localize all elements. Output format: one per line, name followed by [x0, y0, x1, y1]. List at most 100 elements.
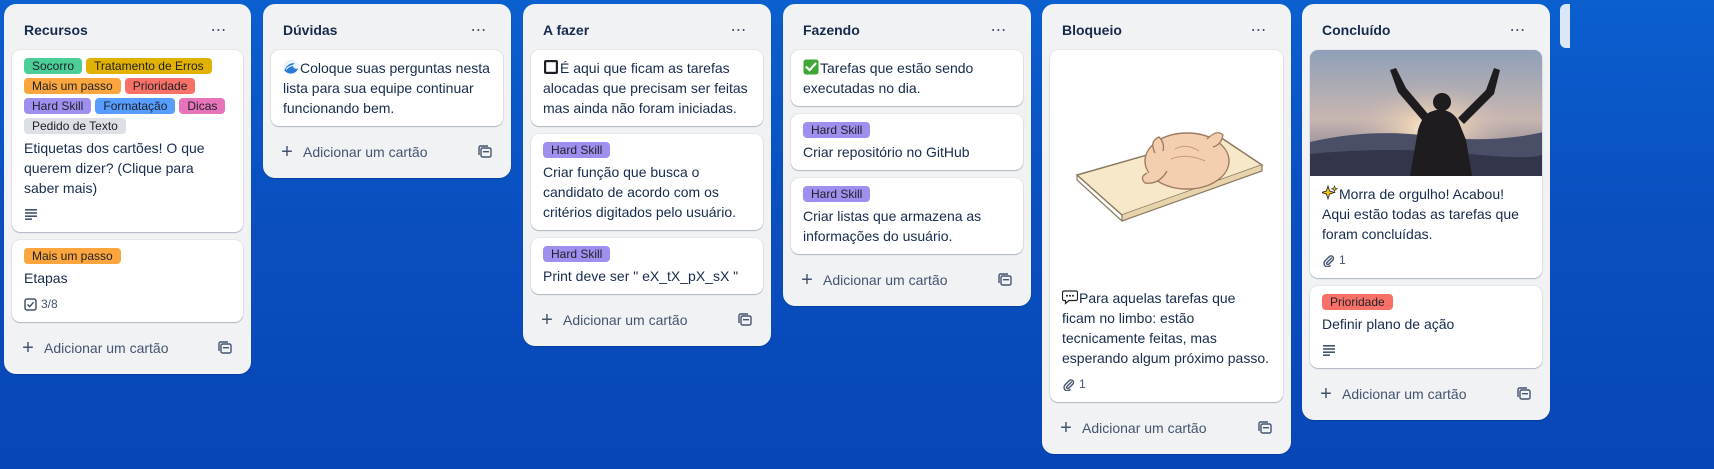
- label-pedido-de-texto: Pedido de Texto: [24, 118, 126, 134]
- speech-bubble-emoji: [1062, 290, 1078, 305]
- card-template-icon[interactable]: [735, 310, 755, 330]
- card-template-icon[interactable]: [1255, 418, 1275, 438]
- add-card-button[interactable]: + Adicionar um cartão: [539, 309, 688, 331]
- add-card-button[interactable]: + Adicionar um cartão: [1318, 383, 1467, 405]
- label-hard-skill: Hard Skill: [803, 186, 871, 202]
- card-title: Coloque suas perguntas nesta lista para …: [283, 58, 491, 118]
- add-card-label: Adicionar um cartão: [1082, 420, 1207, 436]
- card-labels: Hard Skill: [803, 186, 1011, 202]
- add-card-label: Adicionar um cartão: [563, 312, 688, 328]
- card-title: Print deve ser " eX_tX_pX_sX ": [543, 268, 739, 284]
- label-hard-skill: Hard Skill: [543, 142, 611, 158]
- plus-icon: +: [1320, 383, 1332, 405]
- card-criar-funcao[interactable]: Hard Skill Criar função que busca o cand…: [531, 134, 763, 230]
- list-header: Dúvidas ⋯: [271, 4, 503, 50]
- plus-icon: +: [281, 141, 293, 163]
- checklist-icon: [24, 297, 37, 311]
- sparkles-emoji: [1322, 185, 1338, 201]
- card-labels: Prioridade: [1322, 294, 1530, 310]
- add-card-button[interactable]: + Adicionar um cartão: [279, 141, 428, 163]
- list-duvidas: Dúvidas ⋯ Coloque suas perguntas nesta l…: [263, 4, 511, 178]
- card-text: Para aquelas tarefas que ficam no limbo:…: [1062, 290, 1270, 366]
- card-criar-listas[interactable]: Hard Skill Criar listas que armazena as …: [791, 178, 1023, 254]
- card-a-fazer-intro[interactable]: É aqui que ficam as tarefas alocadas que…: [531, 50, 763, 126]
- list-title[interactable]: Fazendo: [803, 22, 860, 38]
- label-prioridade: Prioridade: [124, 78, 196, 94]
- list-recursos: Recursos ⋯ Socorro Tratamento de Erros M…: [4, 4, 251, 374]
- add-card-button[interactable]: + Adicionar um cartão: [799, 270, 948, 290]
- card-template-icon[interactable]: [215, 338, 235, 358]
- paperclip-icon: [1063, 378, 1075, 391]
- cat-on-board-illustration: [1062, 58, 1271, 288]
- card-badges: 1: [1322, 250, 1530, 270]
- card-badges: 3/8: [24, 294, 231, 314]
- list-fazendo: Fazendo ⋯ Tarefas que estão sendo execut…: [783, 4, 1031, 306]
- add-card-button[interactable]: + Adicionar um cartão: [20, 338, 169, 358]
- card-text: É aqui que ficam as tarefas alocadas que…: [543, 60, 748, 116]
- list-menu-button[interactable]: ⋯: [203, 14, 235, 46]
- list-title[interactable]: A fazer: [543, 22, 589, 38]
- card-text: Tarefas que estão sendo executadas no di…: [803, 60, 974, 96]
- card-duvidas-intro[interactable]: Coloque suas perguntas nesta lista para …: [271, 50, 503, 126]
- label-hard-skill: Hard Skill: [803, 122, 871, 138]
- checklist-count: 3/8: [41, 297, 58, 311]
- card-etapas[interactable]: Mais um passo Etapas 3/8: [12, 240, 243, 322]
- card-title: Tarefas que estão sendo executadas no di…: [803, 58, 1011, 98]
- add-card-row: + Adicionar um cartão: [271, 134, 503, 170]
- card-title: Criar função que busca o candidato de ac…: [543, 164, 736, 220]
- card-template-icon[interactable]: [475, 142, 495, 162]
- attachment-badge: 1: [1322, 253, 1346, 267]
- card-badges: [1322, 340, 1530, 360]
- list-menu-button[interactable]: ⋯: [1502, 14, 1534, 46]
- check-mark-emoji: [803, 59, 819, 75]
- list-menu-button[interactable]: ⋯: [983, 14, 1015, 46]
- list-header: Bloqueio ⋯: [1050, 4, 1283, 50]
- board: Recursos ⋯ Socorro Tratamento de Erros M…: [0, 0, 1714, 469]
- label-socorro: Socorro: [24, 58, 83, 74]
- card-criar-repositorio[interactable]: Hard Skill Criar repositório no GitHub: [791, 114, 1023, 170]
- card-template-icon[interactable]: [1514, 384, 1534, 404]
- list-title[interactable]: Bloqueio: [1062, 22, 1122, 38]
- card-template-icon[interactable]: [995, 270, 1015, 290]
- list-header: Recursos ⋯: [12, 4, 243, 50]
- card-title: Etapas: [24, 270, 68, 286]
- list-menu-button[interactable]: ⋯: [463, 14, 495, 46]
- card-title: Etiquetas dos cartões! O que querem dize…: [24, 140, 205, 196]
- list-menu-button[interactable]: ⋯: [1243, 14, 1275, 46]
- add-card-row: + Adicionar um cartão: [12, 330, 243, 366]
- card-bloqueio-intro[interactable]: Para aquelas tarefas que ficam no limbo:…: [1050, 50, 1283, 402]
- description-icon: [24, 208, 38, 220]
- add-card-label: Adicionar um cartão: [823, 272, 948, 288]
- attachment-count: 1: [1339, 253, 1346, 267]
- plus-icon: +: [541, 309, 553, 331]
- card-labels: Hard Skill: [543, 246, 751, 262]
- card-title: Para aquelas tarefas que ficam no limbo:…: [1062, 288, 1271, 368]
- card-title: É aqui que ficam as tarefas alocadas que…: [543, 58, 751, 118]
- add-card-row: + Adicionar um cartão: [791, 262, 1023, 298]
- label-mais-um-passo: Mais um passo: [24, 248, 121, 264]
- card-fazendo-intro[interactable]: Tarefas que estão sendo executadas no di…: [791, 50, 1023, 106]
- card-print[interactable]: Hard Skill Print deve ser " eX_tX_pX_sX …: [531, 238, 763, 294]
- card-labels: Hard Skill: [543, 142, 751, 158]
- list-concluido: Concluído ⋯ Morra de orgulho! Acabou! Aq…: [1302, 4, 1550, 420]
- label-hard-skill: Hard Skill: [24, 98, 92, 114]
- add-card-button[interactable]: + Adicionar um cartão: [1058, 417, 1207, 439]
- card-definir-plano[interactable]: Prioridade Definir plano de ação: [1310, 286, 1542, 368]
- card-concluido-intro[interactable]: Morra de orgulho! Acabou! Aqui estão tod…: [1310, 50, 1542, 278]
- label-formatacao: Formatação: [95, 98, 176, 114]
- list-title[interactable]: Concluído: [1322, 22, 1390, 38]
- add-card-label: Adicionar um cartão: [44, 340, 169, 356]
- add-card-label: Adicionar um cartão: [303, 144, 428, 160]
- wave-emoji: [283, 59, 299, 75]
- list-title[interactable]: Dúvidas: [283, 22, 337, 38]
- attachment-badge: 1: [1062, 377, 1086, 391]
- list-menu-button[interactable]: ⋯: [723, 14, 755, 46]
- card-title: Definir plano de ação: [1322, 316, 1455, 332]
- plus-icon: +: [1060, 417, 1072, 439]
- card-badges: [24, 204, 231, 224]
- add-card-label: Adicionar um cartão: [1342, 386, 1467, 402]
- list-title[interactable]: Recursos: [24, 22, 88, 38]
- add-list-button-partial[interactable]: [1560, 4, 1570, 48]
- card-etiquetas[interactable]: Socorro Tratamento de Erros Mais um pass…: [12, 50, 243, 232]
- list-header: Fazendo ⋯: [791, 4, 1023, 50]
